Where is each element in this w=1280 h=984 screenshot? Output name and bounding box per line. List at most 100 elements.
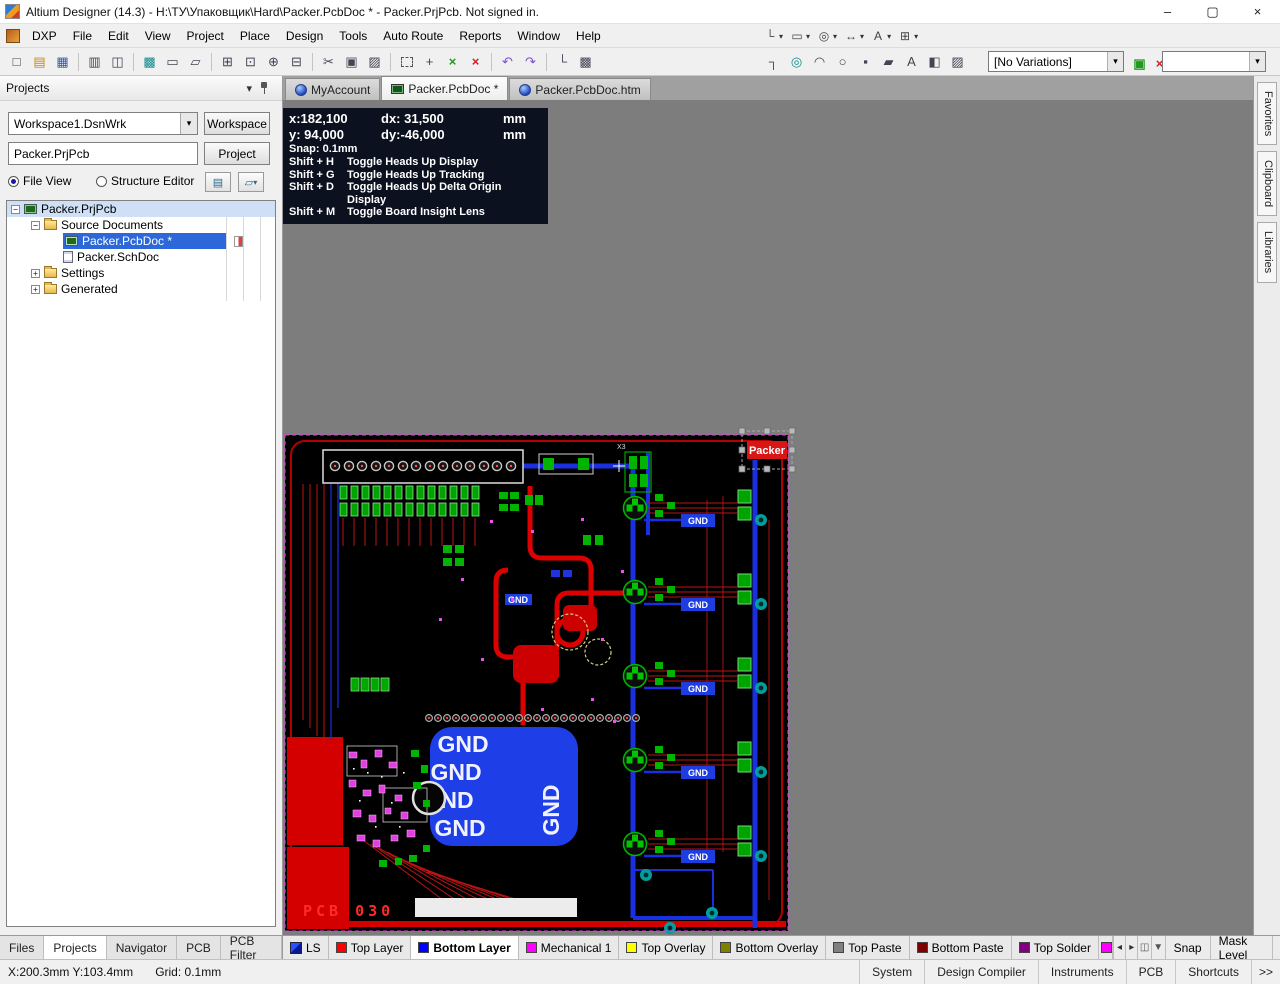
board-insight-icon[interactable]: ▩ [575,51,596,72]
tab-myaccount[interactable]: MyAccount [285,78,381,100]
clear-button[interactable]: Clear [1271,936,1280,959]
place-fill-icon[interactable]: ▰ [878,51,899,72]
string-tool-icon[interactable]: A ▾ [870,29,891,43]
project-button[interactable]: Project [204,142,270,165]
secondary-select[interactable]: ▾ [1162,51,1266,72]
layer-tab-top-solder[interactable]: Top Solder [1011,936,1099,959]
document-tool-icon[interactable]: ▭ ▾ [789,29,810,43]
dimension-tool-icon[interactable]: ↔ ▾ [843,29,864,43]
zoom-in-icon[interactable]: ⊕ [263,51,284,72]
open-document-icon[interactable]: ▤ [29,51,50,72]
status-menu-more[interactable]: >> [1250,960,1280,984]
zoom-area-icon[interactable]: ⊞ [217,51,238,72]
new-document-icon[interactable]: □ [6,51,27,72]
collapse-icon[interactable]: − [11,204,20,214]
tree-item-project[interactable]: − Packer.PrjPcb [7,201,275,217]
dxp-icon[interactable] [6,28,20,43]
layer-mask-icon[interactable]: ◫ [1137,936,1151,959]
layer-tab-bottom-layer[interactable]: Bottom Layer [411,936,519,959]
workspace-button[interactable]: Workspace [204,112,270,135]
layer-tab-bottom-overlay[interactable]: Bottom Overlay [713,936,827,959]
tab-clipboard[interactable]: Clipboard [1257,151,1277,217]
layer-tab-top-paste[interactable]: Top Paste [826,936,910,959]
tab-pcb[interactable]: PCB [177,936,221,959]
menu-auto-route[interactable]: Auto Route [375,24,451,47]
layer-tab-partial[interactable] [1098,936,1113,959]
close-button[interactable]: × [1235,0,1280,23]
file-view-radio[interactable]: File View [8,174,71,188]
menu-help[interactable]: Help [568,24,609,47]
tab-pcbdoc[interactable]: Packer.PcbDoc * [381,76,509,100]
minimize-button[interactable]: – [1145,0,1190,23]
chevron-down-icon[interactable]: ▾ [1107,52,1123,71]
tab-projects[interactable]: Projects [44,936,107,959]
open-sheet-icon[interactable]: ▭ [162,51,183,72]
restore-button[interactable]: ▢ [1190,0,1235,23]
menu-reports[interactable]: Reports [451,24,509,47]
tab-files[interactable]: Files [0,936,45,959]
tab-libraries[interactable]: Libraries [1257,222,1277,283]
status-menu-pcb[interactable]: PCB [1125,960,1176,984]
zoom-out-icon[interactable]: ⊟ [286,51,307,72]
paste-icon[interactable]: ▨ [364,51,385,72]
layer-tab-top-layer[interactable]: Top Layer [328,936,412,959]
collapse-icon[interactable]: − [31,220,40,230]
tab-navigator[interactable]: Navigator [106,936,178,959]
tree-item-settings[interactable]: + Settings [7,265,275,281]
menu-design[interactable]: Design [278,24,331,47]
chevron-down-icon[interactable]: ▾ [180,113,197,134]
menu-place[interactable]: Place [232,24,278,47]
tab-pcb-filter[interactable]: PCB Filter [220,934,282,962]
clear-filter-icon[interactable]: × [442,51,463,72]
redo-icon[interactable]: ↷ [520,51,541,72]
menu-dxp[interactable]: DXP [24,24,65,47]
variant-apply-icon[interactable]: ▣ [1129,53,1150,74]
place-polygon-icon[interactable]: ▨ [947,51,968,72]
print-icon[interactable]: ▥ [84,51,105,72]
print-preview-icon[interactable]: ◫ [107,51,128,72]
snap-button[interactable]: Snap [1164,936,1210,959]
status-menu-instruments[interactable]: Instruments [1037,960,1126,984]
menu-project[interactable]: Project [179,24,232,47]
layer-tab-top-overlay[interactable]: Top Overlay [619,936,714,959]
place-pad-icon[interactable]: ▪ [855,51,876,72]
menu-edit[interactable]: Edit [100,24,137,47]
workspace-select[interactable]: Workspace1.DsnWrk ▾ [8,112,198,135]
menu-tools[interactable]: Tools [331,24,375,47]
save-icon[interactable]: ▦ [52,51,73,72]
place-string-icon[interactable]: A [901,51,922,72]
layer-tab-bottom-paste[interactable]: Bottom Paste [909,936,1012,959]
layer-tab-mechanical-1[interactable]: Mechanical 1 [518,936,620,959]
place-circle-icon[interactable]: ○ [832,51,853,72]
route-icon[interactable]: ┐ [763,51,784,72]
status-menu-system[interactable]: System [859,960,924,984]
zoom-fit-icon[interactable]: ⊡ [240,51,261,72]
tab-favorites[interactable]: Favorites [1257,82,1277,146]
scroll-left-icon[interactable]: ◂ [1112,936,1125,959]
place-arc-icon[interactable]: ◠ [809,51,830,72]
place-via-icon[interactable]: ◎ [786,51,807,72]
menu-window[interactable]: Window [509,24,568,47]
open-board-icon[interactable]: ▩ [139,51,160,72]
sort-button[interactable]: ▤ [205,172,231,192]
layer-sets-tab[interactable]: LS [283,936,329,959]
layer-filter-icon[interactable]: ▼ [1150,936,1165,959]
interactive-routing-icon[interactable]: └ [552,51,573,72]
menu-view[interactable]: View [137,24,179,47]
undo-icon[interactable]: ↶ [497,51,518,72]
tree-item-schdoc[interactable]: Packer.SchDoc [7,249,275,265]
wiring-tool-icon[interactable]: └ ▾ [762,29,783,43]
cancel-icon[interactable]: × [465,51,486,72]
tab-pcbdoc-htm[interactable]: Packer.PcbDoc.htm [509,78,651,100]
project-field[interactable]: Packer.PrjPcb [8,142,198,165]
expand-icon[interactable]: + [31,284,40,294]
status-menu-shortcuts[interactable]: Shortcuts [1175,960,1251,984]
status-menu-design-compiler[interactable]: Design Compiler [924,960,1038,984]
tree-item-generated[interactable]: + Generated [7,281,275,297]
open-sheet2-icon[interactable]: ▱ [185,51,206,72]
panel-menu-icon[interactable]: ▾ [246,82,252,95]
menu-file[interactable]: File [65,24,100,47]
cut-icon[interactable]: ✂ [318,51,339,72]
scroll-right-icon[interactable]: ▸ [1125,936,1137,959]
variations-select[interactable]: [No Variations] ▾ [988,51,1124,72]
